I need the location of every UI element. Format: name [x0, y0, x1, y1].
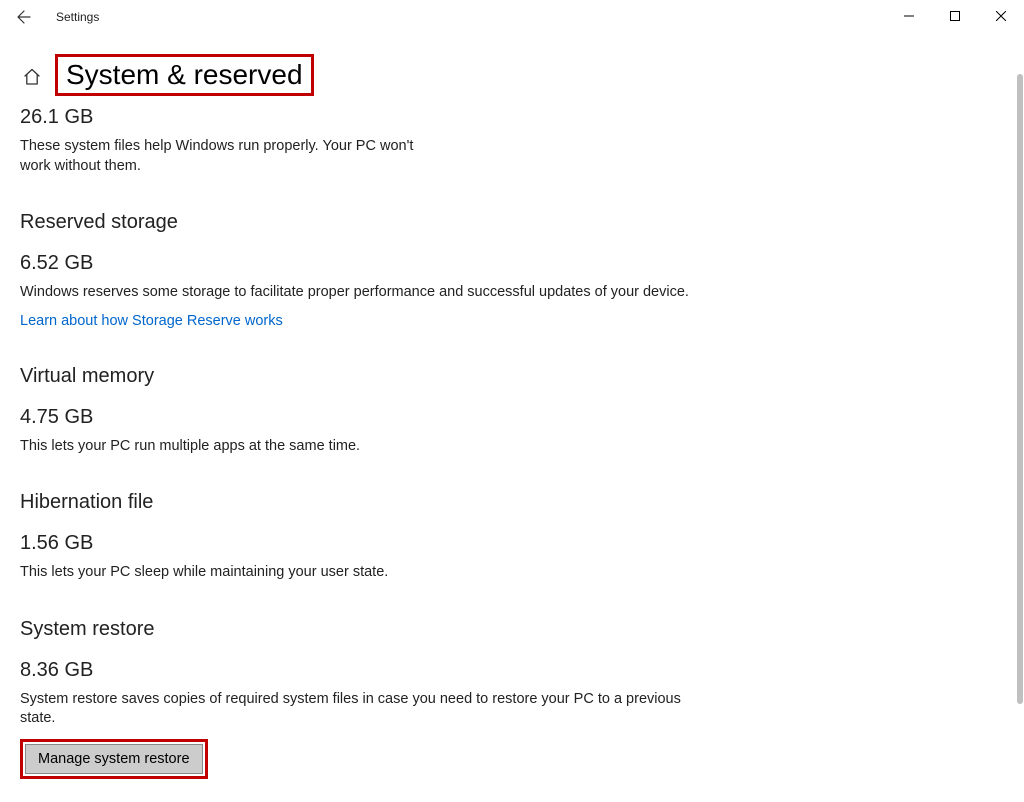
window-title: Settings — [56, 10, 99, 24]
close-icon — [996, 11, 1006, 21]
minimize-icon — [904, 11, 914, 21]
reserved-storage-description: Windows reserves some storage to facilit… — [20, 283, 720, 303]
system-restore-description: System restore saves copies of required … — [20, 690, 720, 729]
system-restore-section: System restore 8.36 GB System restore sa… — [20, 618, 994, 779]
hibernation-heading: Hibernation file — [20, 491, 994, 514]
back-arrow-icon — [16, 9, 32, 25]
page-body: System & reserved 26.1 GB These system f… — [0, 34, 1024, 802]
reserved-storage-link[interactable]: Learn about how Storage Reserve works — [20, 313, 283, 329]
home-icon — [23, 68, 41, 86]
maximize-icon — [950, 11, 960, 21]
page-title-row: System & reserved — [55, 54, 994, 96]
system-restore-size: 8.36 GB — [20, 659, 994, 682]
content-wrapper: System & reserved 26.1 GB These system f… — [0, 34, 1024, 802]
reserved-storage-heading: Reserved storage — [20, 211, 994, 234]
virtual-memory-description: This lets your PC run multiple apps at t… — [20, 437, 720, 457]
hibernation-size: 1.56 GB — [20, 532, 994, 555]
home-button[interactable] — [23, 68, 41, 91]
reserved-storage-section: Reserved storage 6.52 GB Windows reserve… — [20, 211, 994, 330]
virtual-memory-section: Virtual memory 4.75 GB This lets your PC… — [20, 365, 994, 457]
scrollbar-thumb[interactable] — [1017, 74, 1023, 704]
back-button[interactable] — [10, 3, 38, 31]
manage-system-restore-button[interactable]: Manage system restore — [25, 744, 203, 774]
virtual-memory-heading: Virtual memory — [20, 365, 994, 388]
titlebar: Settings — [0, 0, 1024, 34]
scrollbar-track[interactable] — [1016, 34, 1024, 787]
minimize-button[interactable] — [886, 0, 932, 32]
close-button[interactable] — [978, 0, 1024, 32]
maximize-button[interactable] — [932, 0, 978, 32]
virtual-memory-size: 4.75 GB — [20, 406, 994, 429]
system-files-description: These system files help Windows run prop… — [20, 137, 440, 176]
window-controls — [886, 0, 1024, 32]
hibernation-section: Hibernation file 1.56 GB This lets your … — [20, 491, 994, 583]
manage-system-restore-highlight: Manage system restore — [20, 739, 208, 779]
system-files-size: 26.1 GB — [20, 106, 994, 129]
system-restore-heading: System restore — [20, 618, 994, 641]
page-title: System & reserved — [55, 54, 314, 96]
reserved-storage-size: 6.52 GB — [20, 252, 994, 275]
system-files-section: 26.1 GB These system files help Windows … — [20, 106, 994, 176]
hibernation-description: This lets your PC sleep while maintainin… — [20, 563, 720, 583]
